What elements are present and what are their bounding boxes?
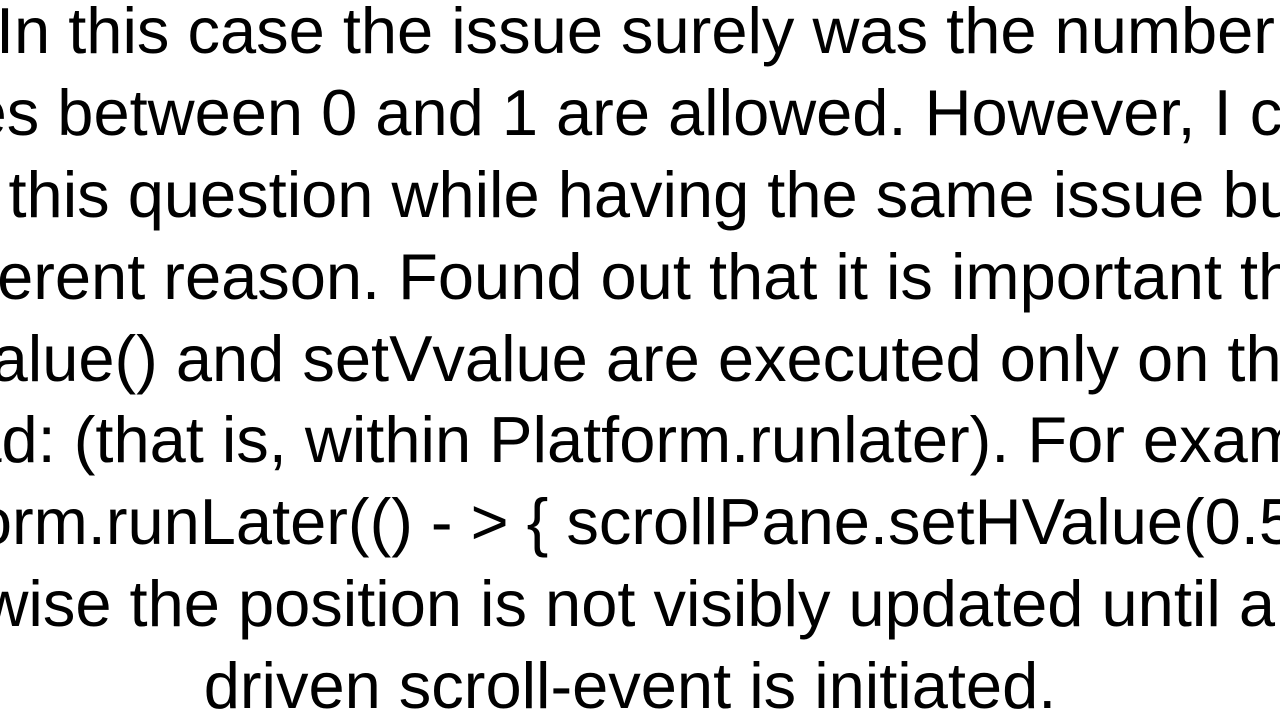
document-passage: 2018: In this case the issue surely was … bbox=[0, 0, 1280, 727]
